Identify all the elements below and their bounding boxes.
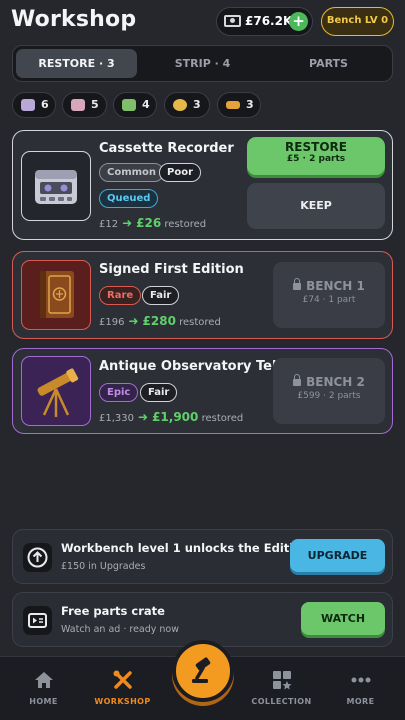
item-card-signed-first-edition[interactable]: Signed First Edition Rare Fair £196 ➜ £280… bbox=[12, 251, 393, 339]
inventory-chip-wood[interactable]: 3 bbox=[217, 92, 261, 118]
nav-home[interactable]: HOME bbox=[3, 657, 84, 720]
condition-tag: Fair bbox=[142, 286, 180, 305]
promo-subtitle: Watch an ad · ready now bbox=[61, 624, 180, 635]
bench-cost: £74 · 1 part bbox=[302, 295, 356, 305]
header: Workshop £76.2K + Bench LV 0 bbox=[0, 0, 405, 42]
locked-bench-button[interactable]: BENCH 1 £74 · 1 part bbox=[273, 262, 385, 328]
motor-parts-icon bbox=[21, 99, 35, 111]
status-tag: Queued bbox=[99, 189, 159, 208]
tools-icon bbox=[113, 670, 132, 689]
condition-tag: Poor bbox=[159, 163, 202, 182]
arrow-right-icon: ➜ bbox=[138, 410, 149, 424]
promo-icon-frame bbox=[23, 543, 52, 572]
nav-label: MORE bbox=[346, 697, 375, 706]
nav-workshop[interactable]: WORKSHOP bbox=[82, 657, 163, 720]
cash-balance[interactable]: £76.2K + bbox=[216, 7, 313, 36]
item-card-cassette-recorder[interactable]: Cassette Recorder Common Poor Queued £12… bbox=[12, 130, 393, 240]
watch-ad-button[interactable]: WATCH bbox=[301, 602, 385, 635]
bench-level-badge[interactable]: Bench LV 0 bbox=[321, 7, 394, 36]
inventory-chip-cash[interactable]: 4 bbox=[113, 92, 157, 118]
upgrade-promo-card: Workbench level 1 unlocks the Edition £1… bbox=[12, 529, 393, 584]
free-crate-promo-card: Free parts crate Watch an ad · ready now… bbox=[12, 592, 393, 647]
cash-icon bbox=[224, 15, 241, 27]
arrow-up-circle-icon bbox=[27, 547, 48, 568]
rarity-tag: Common bbox=[99, 163, 165, 182]
arrow-right-icon: ➜ bbox=[122, 216, 133, 230]
nav-more[interactable]: MORE bbox=[320, 657, 401, 720]
price-row: £1,330 ➜ £1,900 restored bbox=[99, 410, 243, 424]
price-to: £26 bbox=[136, 216, 162, 230]
inventory-chip-motor[interactable]: 6 bbox=[12, 92, 56, 118]
cash-value: £76.2K bbox=[245, 14, 293, 28]
inventory-count: 3 bbox=[193, 98, 201, 111]
nav-collection[interactable]: COLLECTION bbox=[241, 657, 322, 720]
item-thumbnail bbox=[21, 151, 91, 221]
item-name: Antique Observatory Tel... bbox=[99, 359, 292, 374]
price-to: £1,900 bbox=[152, 410, 199, 424]
workshop-screen: Workshop £76.2K + Bench LV 0 RESTORE · 3… bbox=[0, 0, 405, 720]
bench-label: BENCH 2 bbox=[306, 375, 365, 389]
condition-tag: Fair bbox=[140, 383, 178, 402]
home-icon bbox=[34, 672, 53, 688]
inventory-chip-gears[interactable]: 3 bbox=[164, 92, 210, 118]
promo-subtitle: £150 in Upgrades bbox=[61, 561, 146, 572]
promo-icon-frame bbox=[23, 606, 52, 635]
gear-parts-icon bbox=[173, 99, 187, 111]
price-from: £1,330 bbox=[99, 413, 134, 424]
nav-label: COLLECTION bbox=[251, 697, 312, 706]
restored-label: restored bbox=[179, 317, 221, 328]
nav-label: WORKSHOP bbox=[94, 697, 151, 706]
item-thumbnail bbox=[21, 260, 91, 330]
inventory-chip-electronics[interactable]: 5 bbox=[62, 92, 107, 118]
add-cash-button[interactable]: + bbox=[289, 12, 308, 31]
lock-icon bbox=[293, 278, 302, 290]
keep-button[interactable]: KEEP bbox=[247, 183, 385, 229]
video-ad-icon bbox=[28, 613, 47, 628]
book-icon bbox=[40, 271, 74, 318]
restore-button[interactable]: RESTORE £5 · 2 parts bbox=[247, 137, 385, 175]
restored-label: restored bbox=[164, 219, 207, 230]
bench-cost: £599 · 2 parts bbox=[297, 391, 361, 401]
lock-icon bbox=[293, 374, 302, 386]
restore-cost: £5 · 2 parts bbox=[286, 154, 346, 164]
price-row: £196 ➜ £280 restored bbox=[99, 314, 221, 328]
restored-label: restored bbox=[201, 413, 244, 424]
item-name: Cassette Recorder bbox=[99, 141, 234, 156]
inventory-count: 6 bbox=[41, 98, 49, 111]
item-thumbnail bbox=[21, 356, 91, 426]
tab-parts[interactable]: PARTS bbox=[268, 49, 389, 78]
item-card-antique-telescope[interactable]: Antique Observatory Tel... Epic Fair £1,… bbox=[12, 348, 393, 434]
nav-label: HOME bbox=[29, 697, 58, 706]
page-title: Workshop bbox=[11, 7, 137, 32]
inventory-count: 3 bbox=[246, 98, 254, 111]
promo-title: Free parts crate bbox=[61, 604, 165, 618]
restore-label: RESTORE bbox=[285, 140, 347, 154]
electronics-parts-icon bbox=[71, 99, 85, 111]
more-dots-icon bbox=[351, 677, 370, 683]
price-row: £12 ➜ £26 restored bbox=[99, 216, 206, 230]
tab-strip[interactable]: STRIP · 4 bbox=[142, 49, 263, 78]
cassette-recorder-icon bbox=[35, 170, 77, 204]
price-to: £280 bbox=[142, 314, 176, 328]
arrow-right-icon: ➜ bbox=[128, 314, 139, 328]
rarity-tag: Epic bbox=[99, 383, 139, 402]
cash-bundle-icon bbox=[122, 99, 136, 111]
tab-restore[interactable]: RESTORE · 3 bbox=[16, 49, 137, 78]
wood-plank-icon bbox=[226, 101, 240, 109]
inventory-count: 5 bbox=[91, 98, 99, 111]
promo-title: Workbench level 1 unlocks the Edition bbox=[61, 541, 310, 555]
telescope-icon bbox=[37, 368, 79, 417]
upgrade-button[interactable]: UPGRADE bbox=[290, 539, 385, 572]
workshop-tabs: RESTORE · 3 STRIP · 4 PARTS bbox=[12, 45, 393, 82]
item-name: Signed First Edition bbox=[99, 262, 244, 277]
gavel-icon bbox=[192, 657, 211, 683]
price-from: £12 bbox=[99, 219, 119, 230]
auction-fab-button[interactable] bbox=[172, 640, 234, 702]
collection-icon bbox=[272, 671, 291, 690]
locked-bench-button[interactable]: BENCH 2 £599 · 2 parts bbox=[273, 358, 385, 424]
rarity-tag: Rare bbox=[99, 286, 142, 305]
bench-label: BENCH 1 bbox=[306, 279, 365, 293]
price-from: £196 bbox=[99, 317, 125, 328]
inventory-count: 4 bbox=[142, 98, 150, 111]
